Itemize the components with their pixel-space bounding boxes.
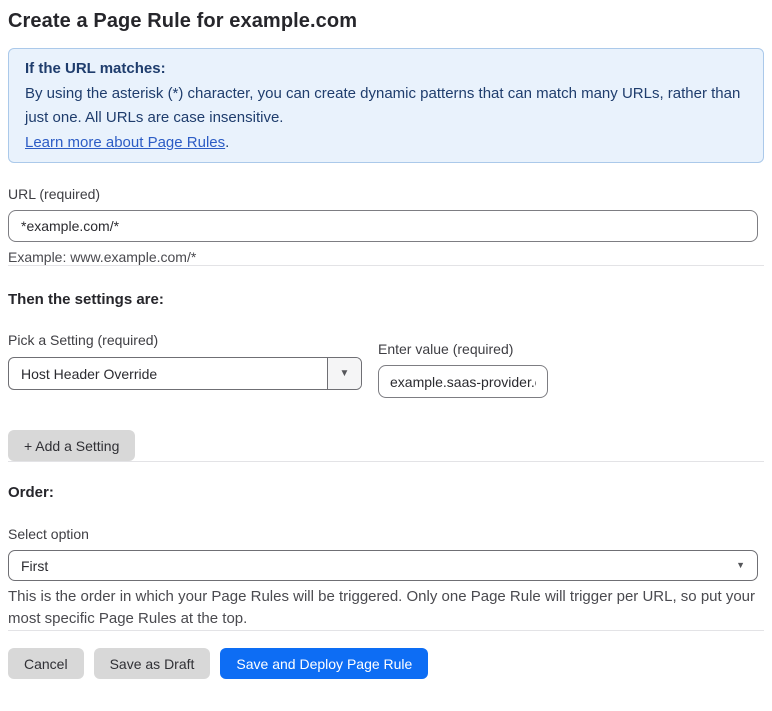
chevron-down-icon: ▼: [736, 560, 745, 570]
save-and-deploy-button[interactable]: Save and Deploy Page Rule: [220, 648, 429, 679]
enter-value-label: Enter value (required): [378, 341, 514, 357]
page-title: Create a Page Rule for example.com: [8, 10, 358, 32]
cancel-button[interactable]: Cancel: [8, 648, 84, 679]
divider: [8, 630, 764, 631]
setting-select-value: Host Header Override: [21, 365, 158, 382]
learn-more-link[interactable]: Learn more about Page Rules: [25, 134, 225, 151]
order-select-label: Select option: [8, 526, 89, 542]
link-suffix: .: [225, 133, 230, 151]
url-example-helper: Example: www.example.com/*: [8, 249, 197, 265]
settings-section-heading: Then the settings are:: [8, 291, 164, 308]
chevron-down-icon: ▼: [339, 367, 350, 379]
order-helper-text: This is the order in which your Page Rul…: [8, 588, 756, 627]
info-box-heading: If the URL matches:: [25, 60, 166, 77]
setting-value-input[interactable]: [378, 365, 548, 398]
order-select-value: First: [21, 557, 49, 574]
order-select[interactable]: First ▼: [8, 550, 758, 581]
setting-select[interactable]: Host Header Override ▼: [8, 357, 362, 390]
footer-actions: Cancel Save as Draft Save and Deploy Pag…: [8, 648, 764, 679]
add-setting-button[interactable]: + Add a Setting: [8, 430, 136, 461]
divider: [8, 461, 764, 462]
setting-select-arrow-button[interactable]: ▼: [327, 358, 361, 389]
info-box-body: By using the asterisk (*) character, you…: [25, 84, 741, 127]
create-page-rule-form: Create a Page Rule for example.com If th…: [0, 0, 772, 679]
divider: [8, 265, 764, 266]
pick-setting-label: Pick a Setting (required): [8, 332, 159, 348]
url-input[interactable]: [8, 210, 758, 242]
save-as-draft-button[interactable]: Save as Draft: [93, 648, 211, 679]
enter-value-column: Enter value (required): [378, 331, 548, 398]
url-field-label: URL (required): [8, 186, 101, 202]
settings-row: Pick a Setting (required) Host Header Ov…: [8, 331, 764, 398]
url-match-info-box: If the URL matches: By using the asteris…: [8, 48, 764, 163]
pick-setting-column: Pick a Setting (required) Host Header Ov…: [8, 331, 362, 390]
order-section-heading: Order:: [8, 484, 54, 501]
info-box-link-row: Learn more about Page Rules.: [25, 131, 747, 156]
